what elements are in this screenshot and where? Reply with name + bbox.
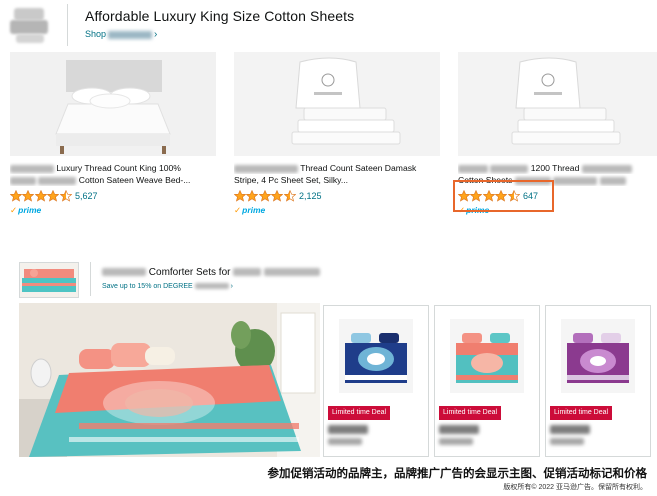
product-image[interactable] (10, 52, 216, 156)
banner-divider (67, 4, 68, 46)
star-icon (59, 190, 72, 202)
chevron-right-icon: › (154, 29, 158, 40)
blurred-list-price (328, 438, 362, 445)
brand-logo[interactable] (8, 6, 54, 46)
blurred-list-price (439, 438, 473, 445)
star-icon (22, 190, 35, 202)
figure-caption: 参加促销活动的品牌主，品牌推广广告的会显示主图、促销活动标记和价格 (267, 468, 648, 480)
blurred-price (439, 425, 479, 434)
blurred-list-price (550, 438, 584, 445)
rating-highlight-box (453, 180, 554, 212)
prime-check-icon: ✓ (234, 205, 242, 215)
deal-product-card-1[interactable]: Limited time Deal (323, 305, 429, 457)
star-icon (34, 190, 47, 202)
star-icon (10, 190, 22, 202)
blurred-price (550, 425, 590, 434)
shop-label: Shop (85, 29, 107, 39)
star-icon (246, 190, 259, 202)
blurred-price (328, 425, 368, 434)
product-image[interactable] (450, 319, 524, 393)
product-image[interactable] (234, 52, 440, 156)
rating-stars (10, 190, 72, 202)
star-icon (234, 190, 246, 202)
product-title[interactable]: Thread Count Sateen Damask Stripe, 4 Pc … (234, 162, 440, 186)
product-card-2[interactable]: Thread Count Sateen Damask Stripe, 4 Pc … (234, 52, 440, 217)
blurred-brand-name (108, 30, 153, 39)
star-rating[interactable]: 2,125 (234, 189, 321, 203)
brand-thumbnail[interactable] (19, 262, 79, 298)
banner-divider (90, 262, 91, 296)
deal-product-card-3[interactable]: Limited time Deal (545, 305, 651, 457)
star-rating[interactable]: 5,627 (10, 189, 97, 203)
limited-time-deal-badge: Limited time Deal (328, 406, 391, 420)
review-count-link[interactable]: 2,125 (299, 191, 322, 201)
copyright-notice: 版权所有© 2022 亚马逊广告。保留所有权利。 (503, 484, 647, 491)
star-icon (283, 190, 296, 202)
sponsored-headline[interactable]: Comforter Sets for (102, 267, 321, 278)
prime-badge: ✓prime (234, 205, 266, 215)
product-card-1[interactable]: Luxury Thread Count King 100% Cotton Sat… (10, 52, 216, 217)
lifestyle-hero-image[interactable] (19, 303, 320, 457)
product-title[interactable]: Luxury Thread Count King 100% Cotton Sat… (10, 162, 216, 186)
star-icon (47, 190, 60, 202)
deal-product-card-2[interactable]: Limited time Deal (434, 305, 540, 457)
limited-time-deal-badge: Limited time Deal (439, 406, 502, 420)
product-image[interactable] (458, 52, 657, 156)
review-count-link[interactable]: 5,627 (75, 191, 98, 201)
rating-stars (234, 190, 296, 202)
shop-brand-link[interactable]: Shop › (85, 29, 157, 40)
save-offer-link[interactable]: Save up to 15% on DEGREE › (102, 283, 233, 290)
limited-time-deal-badge: Limited time Deal (550, 406, 613, 420)
prime-check-icon: ✓ (10, 205, 18, 215)
star-icon (258, 190, 271, 202)
product-image[interactable] (561, 319, 635, 393)
sponsored-headline[interactable]: Affordable Luxury King Size Cotton Sheet… (85, 8, 354, 24)
star-icon (271, 190, 284, 202)
product-image[interactable] (339, 319, 413, 393)
chevron-right-icon: › (230, 283, 233, 290)
prime-badge: ✓prime (10, 205, 42, 215)
